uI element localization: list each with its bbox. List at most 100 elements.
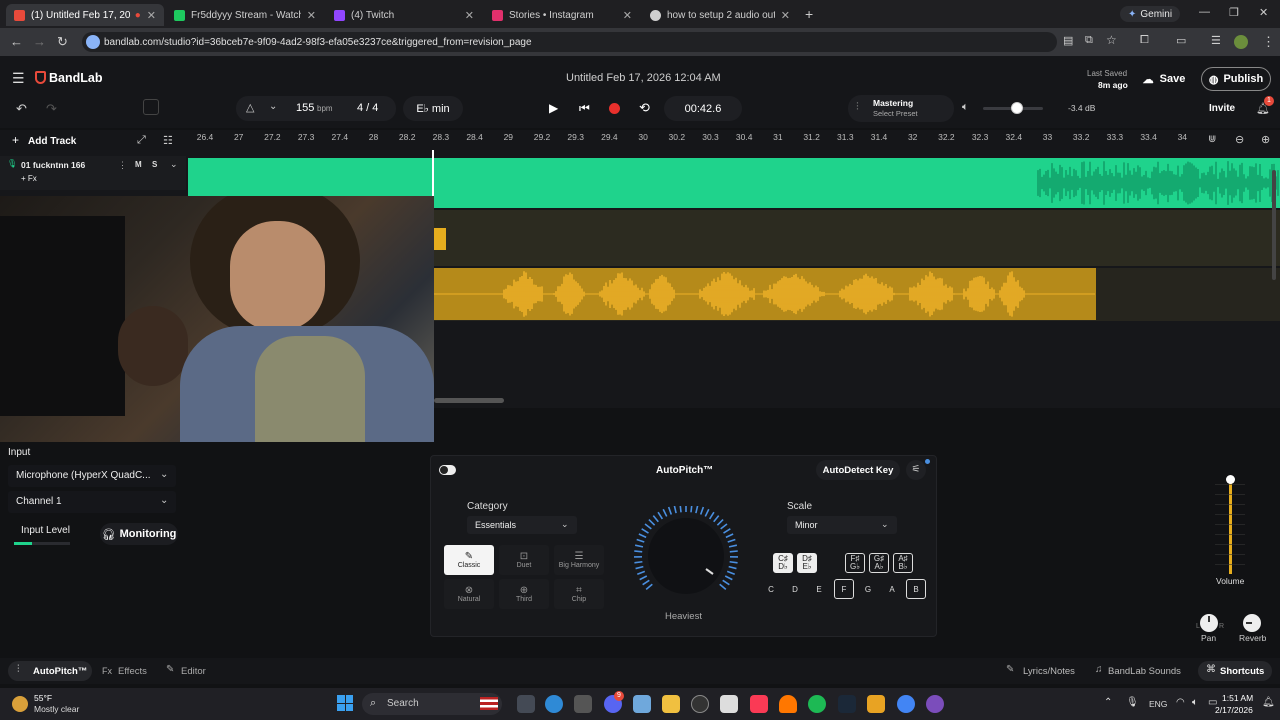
language-indicator[interactable]: ENG — [1149, 699, 1167, 709]
app-icon[interactable] — [926, 695, 944, 713]
bandlab-sounds-button[interactable]: ♫ BandLab Sounds — [1092, 661, 1192, 681]
loop-icon[interactable]: ⟲ — [639, 100, 650, 116]
autopitch-knob[interactable] — [631, 506, 741, 596]
close-icon[interactable]: ✕ — [141, 9, 156, 22]
key-g[interactable]: G — [858, 579, 878, 599]
track-header[interactable]: 🎙︎ 01 fuckntnn 166 + Fx ⋮ M S ⌄ — [0, 156, 186, 190]
extensions-icon[interactable]: ⧠ — [1140, 34, 1149, 47]
tab-instagram[interactable]: Stories • Instagram ✕ — [484, 4, 640, 26]
category-select[interactable]: Essentials ⌄ — [467, 516, 577, 534]
tab-autopitch[interactable]: ⫶ AutoPitch™ — [8, 661, 92, 681]
track-3-clip[interactable] — [434, 268, 1096, 320]
maximize-icon[interactable]: ❐ — [1229, 6, 1239, 19]
zoom-out-icon[interactable]: ⊖ — [1235, 133, 1244, 146]
weather-moon-icon[interactable] — [12, 696, 28, 712]
app-icon[interactable] — [574, 695, 592, 713]
slider-thumb[interactable] — [1011, 102, 1023, 114]
time-signature[interactable]: 4 / 4 — [357, 102, 378, 114]
skip-back-icon[interactable]: ⏮ — [579, 101, 590, 116]
clock-time[interactable]: 1:51 AM — [1222, 693, 1253, 703]
key-b[interactable]: B — [906, 579, 926, 599]
preset-big-harmony[interactable]: ☰ Big Harmony — [554, 545, 604, 575]
notifications-icon[interactable]: 🔔︎ — [1262, 697, 1275, 708]
track-2-lane[interactable] — [434, 210, 1280, 266]
tools-icon[interactable]: ⤢ — [137, 134, 146, 147]
new-tab-icon[interactable]: + — [805, 6, 813, 22]
key-c-sharp[interactable]: C♯ D♭ — [773, 553, 793, 573]
timeline-ruler[interactable]: 26.4 27 27.2 27.3 27.4 28 28.2 28.3 28.4 29 29.2 29… — [188, 130, 1200, 150]
reload-icon[interactable]: ↻ — [57, 34, 68, 50]
record-icon[interactable] — [609, 103, 620, 114]
mixer-view-icon[interactable] — [143, 99, 159, 115]
key-d[interactable]: D — [785, 579, 805, 599]
lyrics-notes-button[interactable]: ✎ Lyrics/Notes — [1002, 661, 1088, 681]
file-explorer-icon[interactable] — [662, 695, 680, 713]
weather-temp[interactable]: 55°F — [34, 693, 52, 703]
close-icon[interactable]: ✕ — [301, 9, 316, 22]
key-c[interactable]: C — [761, 579, 781, 599]
hamburger-menu-icon[interactable]: ☰ — [12, 70, 25, 87]
master-volume-slider[interactable] — [983, 102, 1043, 114]
menu-dots-icon[interactable]: ⋮ — [1262, 34, 1275, 50]
mute-button[interactable]: M — [135, 160, 142, 169]
autopitch-settings-icon[interactable]: ⚟ — [906, 460, 926, 480]
preset-classic[interactable]: ✎ Classic — [444, 545, 494, 575]
vertical-scrollbar[interactable] — [1272, 170, 1276, 280]
horizontal-scrollbar[interactable] — [434, 398, 504, 403]
track-2-clip-edge[interactable] — [434, 228, 446, 250]
key-selector[interactable]: E♭ min — [403, 96, 463, 121]
input-device-select[interactable]: Microphone (HyperX QuadC... ⌄ — [8, 465, 176, 487]
task-view-icon[interactable] — [517, 695, 535, 713]
close-icon[interactable]: ✕ — [617, 9, 632, 22]
key-g-sharp[interactable]: G♯ A♭ — [869, 553, 889, 573]
key-f-sharp[interactable]: F♯ G♭ — [845, 553, 865, 573]
store-icon[interactable] — [720, 695, 738, 713]
publish-button[interactable]: ◍ Publish — [1201, 67, 1271, 91]
install-app-icon[interactable]: ⧉ — [1085, 34, 1093, 47]
reverb-knob[interactable] — [1243, 614, 1261, 632]
forward-icon[interactable]: → — [33, 34, 46, 49]
chevron-up-icon[interactable]: ⌃ — [1104, 697, 1112, 708]
bpm-value[interactable]: 155 — [296, 102, 314, 114]
brand-name[interactable]: BandLab — [49, 71, 102, 85]
redo-icon[interactable]: ↷ — [46, 101, 57, 117]
weather-desc[interactable]: Mostly clear — [34, 704, 79, 714]
address-bar[interactable]: bandlab.com/studio?id=36bceb7e-9f09-4ad2… — [82, 32, 1057, 52]
downloads-icon[interactable]: ☰ — [1211, 34, 1221, 47]
track-more-icon[interactable]: ⋮ — [118, 160, 127, 171]
taskbar-search[interactable]: ⌕ Search — [362, 693, 502, 715]
solo-button[interactable]: S — [152, 160, 157, 169]
close-icon[interactable]: ✕ — [775, 9, 790, 22]
track-name[interactable]: 01 fuckntnn 166 — [21, 160, 85, 170]
preset-chip[interactable]: ⌗ Chip — [554, 579, 604, 609]
zoom-in-icon[interactable]: ⊕ — [1261, 133, 1270, 146]
tab-effects[interactable]: Fx Effects — [98, 661, 156, 681]
mastering-selector[interactable]: ⫶ Mastering Select Preset — [848, 95, 954, 122]
project-title[interactable]: Untitled Feb 17, 2026 12:04 AM — [566, 72, 721, 84]
plus-icon[interactable]: + — [12, 133, 19, 147]
save-button[interactable]: ☁ Save — [1134, 67, 1194, 91]
microphone-icon[interactable]: 🎙︎ — [1126, 697, 1139, 708]
pan-knob[interactable] — [1200, 614, 1218, 632]
volume-icon[interactable]: 🔈︎ — [1192, 697, 1198, 708]
window-close-icon[interactable]: ✕ — [1259, 6, 1268, 19]
wifi-icon[interactable]: ◠ — [1176, 697, 1185, 708]
edge-icon[interactable] — [545, 695, 563, 713]
app-icon[interactable] — [691, 695, 709, 713]
profile-avatar[interactable] — [1234, 35, 1248, 49]
gemini-button[interactable]: ✦ Gemini — [1120, 6, 1181, 22]
fader-thumb[interactable] — [1226, 475, 1235, 484]
chrome-icon[interactable] — [897, 695, 915, 713]
close-icon[interactable]: ✕ — [459, 9, 474, 22]
track-fx-button[interactable]: + Fx — [21, 174, 37, 183]
windows-start-icon[interactable] — [337, 695, 353, 711]
minimize-icon[interactable]: — — [1199, 6, 1210, 18]
split-view-icon[interactable]: ▭ — [1176, 34, 1186, 47]
preset-third[interactable]: ⊕ Third — [499, 579, 549, 609]
tab-bandlab[interactable]: (1) Untitled Feb 17, 2026 1... ● ✕ — [6, 4, 164, 26]
tab-stream[interactable]: Fr5ddyyy Stream - Watch Live o... ✕ — [166, 4, 324, 26]
metronome-icon[interactable]: △ — [246, 101, 254, 114]
tab-twitch[interactable]: (4) Twitch ✕ — [326, 4, 482, 26]
back-icon[interactable]: ← — [10, 34, 23, 49]
site-info-icon[interactable] — [86, 35, 100, 49]
